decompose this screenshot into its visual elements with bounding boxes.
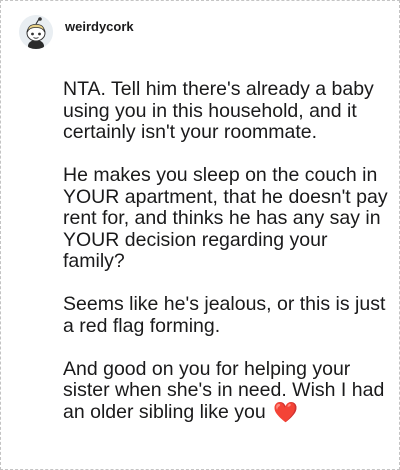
comment-paragraph-3: Seems like he's jealous, or this is just… [63, 293, 386, 337]
comment-body: NTA. Tell him there's already a baby usi… [63, 78, 389, 445]
comment-paragraph-4: And good on you for helping your sister … [63, 357, 389, 424]
comment-header: weirdycork [19, 15, 134, 49]
comment-card: weirdycork NTA. Tell him there's already… [0, 0, 400, 470]
comment-paragraph-1: NTA. Tell him there's already a baby usi… [63, 78, 374, 143]
comment-paragraph-2: He makes you sleep on the couch in YOUR … [63, 164, 388, 272]
red-heart-emoji-icon: ❤️ [273, 401, 299, 424]
user-avatar-icon[interactable] [19, 15, 53, 49]
username[interactable]: weirdycork [65, 13, 134, 34]
comment-paragraph-4-text: And good on you for helping your sister … [63, 357, 385, 423]
